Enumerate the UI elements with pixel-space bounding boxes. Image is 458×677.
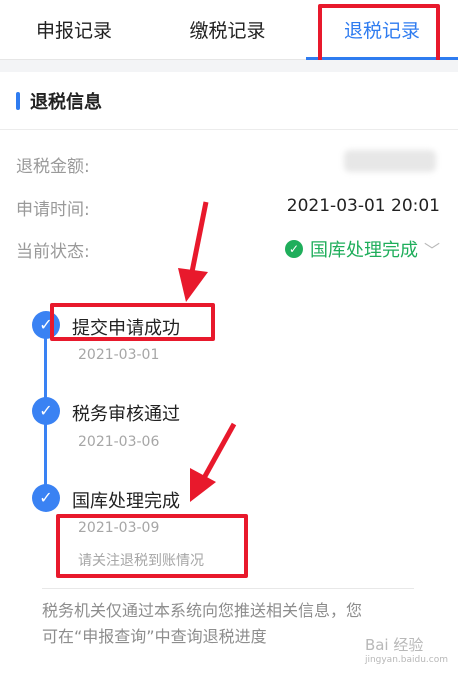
footer-line-1: 税务机关仅通过本系统向您推送相关信息，您	[42, 601, 363, 620]
footer-divider	[42, 588, 414, 589]
annotation-box-tab	[318, 4, 440, 68]
section-marker	[16, 92, 20, 110]
apply-time-value: 2021-03-01 20:01	[286, 196, 440, 216]
watermark: Bai 经验 jingyan.baidu.com	[365, 634, 448, 665]
annotation-arrow-1	[178, 201, 209, 302]
section-title: 退税信息	[30, 92, 102, 113]
timeline-step-1-date: 2021-03-01	[78, 347, 160, 363]
annotation-box-step-1	[50, 303, 215, 341]
refund-amount-label: 退税金额:	[16, 157, 90, 177]
apply-time-label: 申请时间:	[16, 200, 90, 220]
timeline-step-2-title: 税务审核通过	[72, 404, 180, 425]
current-status-value: 国库处理完成	[309, 240, 418, 261]
refund-amount-value-blurred	[344, 150, 436, 172]
current-status-dropdown[interactable]: ✓ 国库处理完成 ﹀	[284, 236, 440, 262]
check-circle-icon: ✓	[284, 240, 303, 258]
timeline-step-2-date: 2021-03-06	[78, 434, 160, 450]
timeline-step-3-title: 国库处理完成	[72, 491, 180, 512]
watermark-text: Bai 经验	[364, 636, 424, 654]
annotation-arrow-2	[190, 422, 237, 502]
tab-declaration-records[interactable]: 申报记录	[0, 0, 148, 60]
check-icon: ✓	[32, 484, 60, 512]
chevron-down-icon: ﹀	[423, 241, 440, 260]
current-status-label: 当前状态:	[16, 242, 90, 262]
annotation-box-step-3	[56, 514, 248, 578]
tab-payment-records[interactable]: 缴税记录	[150, 0, 305, 60]
check-icon: ✓	[32, 397, 60, 425]
section-gap	[0, 60, 458, 72]
watermark-url: jingyan.baidu.com	[364, 655, 448, 665]
